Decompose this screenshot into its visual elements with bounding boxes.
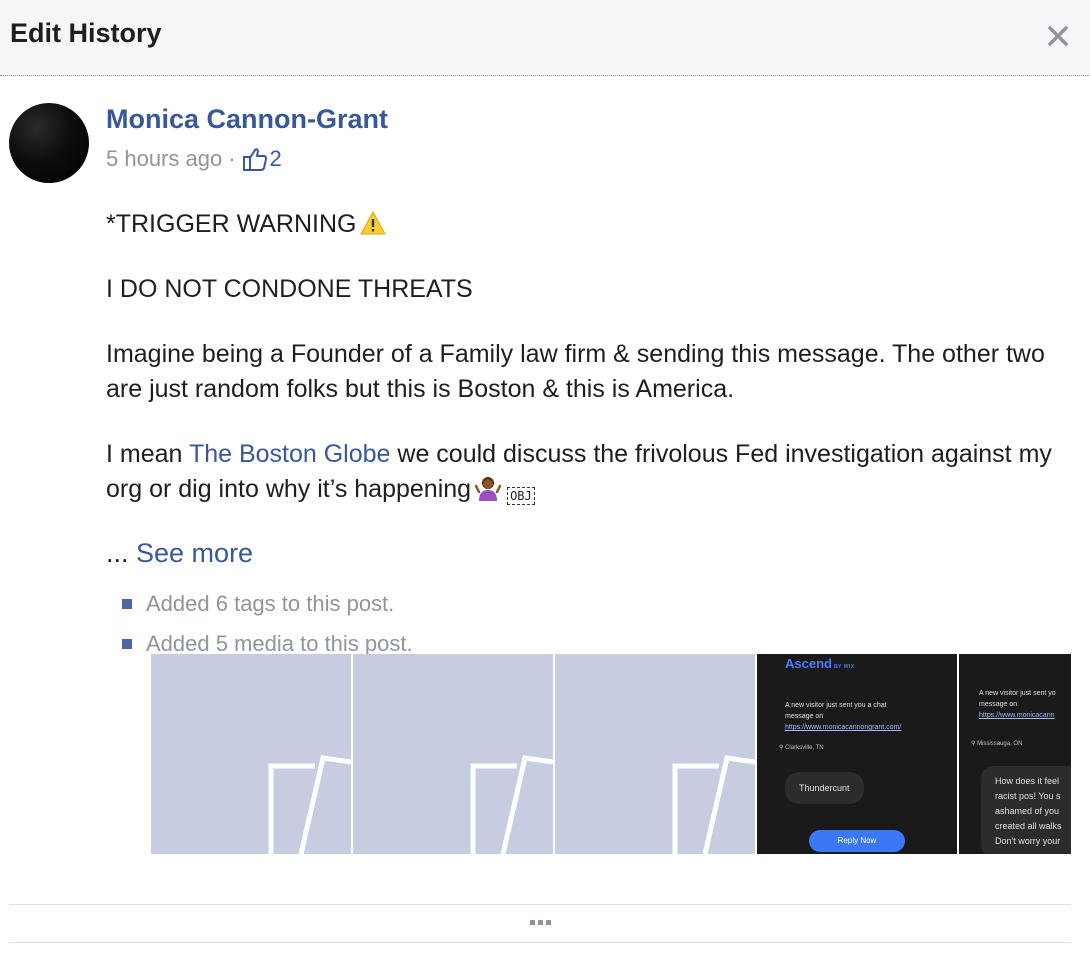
- author-name-link[interactable]: Monica Cannon-Grant: [106, 104, 388, 135]
- chat-message-text: A new visitor just sent you a chat messa…: [785, 702, 902, 731]
- trigger-warning-text: *TRIGGER WARNING: [106, 210, 357, 238]
- warning-icon: [360, 211, 387, 235]
- divider: [9, 942, 1071, 943]
- like-icon[interactable]: [242, 146, 268, 172]
- image-placeholder-icon: [470, 755, 553, 854]
- media-strip: Ascend BY WIX A new visitor just sent you…: [151, 654, 1071, 854]
- bullet-icon: [122, 599, 132, 609]
- object-replacement-glyph: OBJ: [507, 487, 535, 505]
- ascend-logo: Ascend BY WIX: [785, 656, 855, 671]
- close-button[interactable]: [1044, 22, 1072, 50]
- edit-history-list: Added 6 tags to this post. Added 5 media…: [122, 584, 413, 664]
- media-thumbnail[interactable]: [555, 654, 755, 854]
- image-placeholder-icon: [268, 755, 351, 854]
- close-icon[interactable]: [1044, 22, 1072, 50]
- see-more-ellipsis: ...: [106, 538, 137, 568]
- see-more-link[interactable]: See more: [136, 538, 253, 568]
- media-thumbnail-chat-screenshot[interactable]: A new visitor just sent yo message on ht…: [959, 654, 1071, 854]
- post-paragraph-4: I mean The Boston Globe we could discuss…: [106, 437, 1066, 507]
- chat-message-text: A new visitor just sent yo message on ht…: [979, 690, 1056, 719]
- media-thumbnail[interactable]: [353, 654, 553, 854]
- reply-now-button: Reply Now: [809, 830, 905, 852]
- ellipsis-icon[interactable]: [525, 912, 555, 932]
- boston-globe-link[interactable]: The Boston Globe: [189, 440, 391, 468]
- dialog-title: Edit History: [10, 18, 162, 48]
- divider: [9, 904, 1071, 905]
- post-timestamp[interactable]: 5 hours ago: [106, 146, 222, 172]
- chat-bubble: How does it feel racist pos! You s asham…: [981, 766, 1071, 854]
- post-body: *TRIGGER WARNING I DO NOT CONDONE THREAT…: [106, 207, 1066, 537]
- post-paragraph-2: I DO NOT CONDONE THREATS: [106, 275, 473, 303]
- post-paragraph-1: *TRIGGER WARNING: [106, 207, 1066, 242]
- like-count[interactable]: 2: [270, 146, 282, 172]
- dialog-header: Edit History: [0, 0, 1090, 76]
- media-thumbnail[interactable]: [151, 654, 351, 854]
- paragraph-4-lead: I mean: [106, 440, 189, 468]
- shrug-emoji-icon: [475, 477, 502, 501]
- location-text: ⚲ Mississauga, ON: [971, 741, 1023, 747]
- bullet-icon: [122, 639, 132, 649]
- history-item-text: Added 6 tags to this post.: [146, 591, 395, 616]
- chat-bubble: Thundercunt: [785, 772, 864, 804]
- meta-separator: ·: [228, 146, 236, 171]
- see-more-row: ... See more: [106, 538, 253, 569]
- media-thumbnail-chat-screenshot[interactable]: Ascend BY WIX A new visitor just sent you…: [757, 654, 957, 854]
- location-text: ⚲ Clarksville, TN: [779, 745, 824, 751]
- history-item: Added 6 tags to this post.: [122, 584, 413, 624]
- avatar[interactable]: [9, 103, 89, 183]
- image-placeholder-icon: [672, 755, 755, 854]
- post-meta: 5 hours ago · 2: [106, 146, 282, 172]
- post-paragraph-3: Imagine being a Founder of a Family law …: [106, 340, 1045, 403]
